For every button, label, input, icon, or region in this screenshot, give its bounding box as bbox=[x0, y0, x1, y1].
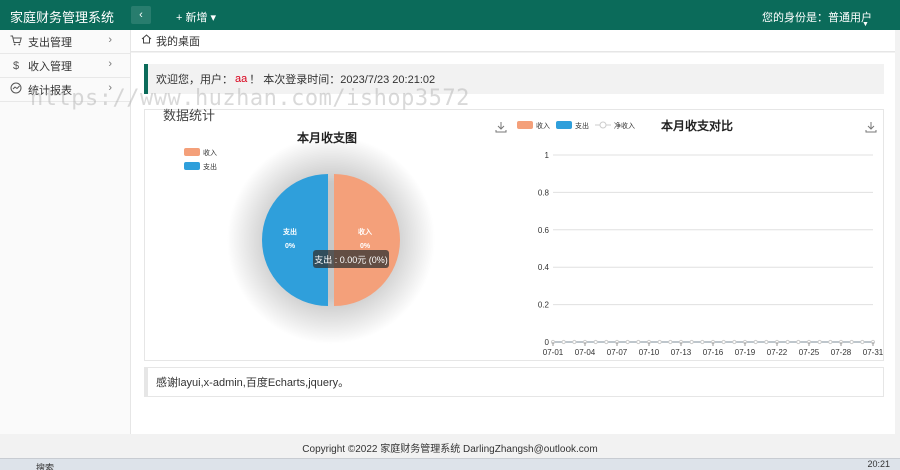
x-tick-label: 07-31 bbox=[863, 348, 883, 357]
chevron-right-icon: › bbox=[108, 34, 112, 46]
pie-percent-expense: 0% bbox=[285, 243, 296, 250]
welcome-username: aa bbox=[235, 73, 248, 85]
chevron-right-icon: › bbox=[108, 82, 112, 94]
sidebar-item-reports[interactable]: 统计报表 › bbox=[0, 78, 130, 102]
user-role-label[interactable]: 您的身份是：普通用户 bbox=[762, 9, 872, 25]
pie-tooltip: 支出 : 0.00元 (0%) bbox=[314, 254, 388, 265]
data-point[interactable] bbox=[796, 339, 801, 345]
y-tick-label: 0 bbox=[545, 338, 550, 347]
pie-legend-income[interactable]: 收入 bbox=[203, 148, 217, 157]
x-tick-label: 07-13 bbox=[671, 348, 692, 357]
x-tick-label: 07-25 bbox=[799, 348, 820, 357]
x-tick-label: 07-04 bbox=[575, 348, 596, 357]
data-point[interactable] bbox=[860, 339, 865, 345]
x-tick-label: 07-10 bbox=[639, 348, 660, 357]
top-header: 家庭财务管理系统 ‹ + 新增 ▾ 您的身份是：普通用户 ▼ bbox=[0, 0, 900, 30]
line-legend-swatch-income[interactable] bbox=[517, 121, 533, 129]
data-point[interactable] bbox=[817, 339, 822, 345]
pie-label-income: 收入 bbox=[358, 227, 372, 236]
x-tick-label: 07-16 bbox=[703, 348, 724, 357]
data-point[interactable] bbox=[753, 339, 758, 345]
y-tick-label: 0.2 bbox=[538, 301, 550, 310]
x-tick-label: 07-01 bbox=[543, 348, 564, 357]
line-title: 本月收支对比 bbox=[661, 118, 733, 133]
thanks-note: 感谢layui,x-admin,百度Echarts,jquery。 bbox=[144, 367, 884, 397]
y-tick-label: 1 bbox=[545, 151, 550, 160]
welcome-banner: 欢迎您，用户： aa ！ 本次登录时间：2023/7/23 20:21:02 bbox=[144, 64, 884, 94]
data-point[interactable] bbox=[604, 339, 609, 345]
line-chart: 收入 支出 净收入 本月收支对比 07-01 07-04 07-07 07-10 07-… bbox=[517, 118, 883, 357]
pie-chart: 本月收支图 收入 支出 收入 0% 支出 0% 支出 : 0.00元 (0%) bbox=[184, 130, 435, 344]
data-point[interactable] bbox=[593, 339, 598, 345]
line-legend-marker-net[interactable] bbox=[599, 121, 607, 129]
stats-panel: 数据统计 本月收支图 收入 支出 收入 0% 支出 0% 支出 : 0.00元 … bbox=[144, 108, 884, 361]
taskbar-clock: 20:21 bbox=[867, 459, 890, 469]
sidebar-item-income[interactable]: $ 收入管理 › bbox=[0, 54, 130, 78]
welcome-prefix: 欢迎您，用户： bbox=[156, 74, 233, 86]
add-new-menu[interactable]: + 新增 ▾ bbox=[176, 9, 216, 25]
data-point[interactable] bbox=[657, 339, 662, 345]
welcome-suffix: ！ 本次登录时间：2023/7/23 20:21:02 bbox=[249, 74, 436, 86]
pie-legend-swatch-expense[interactable] bbox=[184, 162, 200, 170]
y-tick-label: 0.6 bbox=[538, 226, 550, 235]
footer-copyright: Copyright ©2022 家庭财务管理系统 DarlingZhangsh@… bbox=[302, 444, 598, 455]
pie-legend-swatch-income[interactable] bbox=[184, 148, 200, 156]
x-tick-label: 07-22 bbox=[767, 348, 788, 357]
pie-label-expense: 支出 bbox=[282, 227, 297, 236]
data-point[interactable] bbox=[625, 339, 630, 345]
line-legend-net[interactable]: 净收入 bbox=[614, 121, 635, 130]
data-point[interactable] bbox=[700, 339, 705, 345]
taskbar-search[interactable]: 搜索 bbox=[36, 461, 54, 470]
app-title: 家庭财务管理系统 bbox=[10, 10, 115, 25]
sidebar-item-label: 收入管理 bbox=[28, 60, 72, 73]
chevron-right-icon: › bbox=[108, 58, 112, 70]
pie-percent-income: 0% bbox=[360, 243, 371, 250]
sidebar-item-expense[interactable]: 支出管理 › bbox=[0, 30, 130, 54]
main-content: 欢迎您，用户： aa ！ 本次登录时间：2023/7/23 20:21:02 数… bbox=[131, 53, 895, 434]
pie-legend-expense[interactable]: 支出 bbox=[203, 162, 217, 171]
caret-down-icon[interactable]: ▼ bbox=[862, 21, 869, 28]
data-point[interactable] bbox=[636, 339, 641, 345]
x-tick-label: 07-28 bbox=[831, 348, 852, 357]
data-point[interactable] bbox=[668, 339, 673, 345]
sidebar-item-label: 统计报表 bbox=[28, 84, 72, 97]
data-point[interactable] bbox=[732, 339, 737, 345]
chart-icon bbox=[9, 82, 23, 97]
x-tick-label: 07-19 bbox=[735, 348, 756, 357]
pie-title: 本月收支图 bbox=[297, 130, 357, 145]
data-point[interactable] bbox=[764, 339, 769, 345]
line-legend-income[interactable]: 收入 bbox=[536, 121, 550, 130]
data-point[interactable] bbox=[572, 339, 577, 345]
home-icon bbox=[141, 34, 152, 47]
line-legend-swatch-expense[interactable] bbox=[556, 121, 572, 129]
sidebar-item-label: 支出管理 bbox=[28, 36, 72, 49]
chevron-left-icon[interactable]: ‹ bbox=[131, 6, 151, 24]
sidebar: 支出管理 › $ 收入管理 › 统计报表 › bbox=[0, 30, 131, 434]
data-point[interactable] bbox=[561, 339, 566, 345]
data-point[interactable] bbox=[721, 339, 726, 345]
line-legend-expense[interactable]: 支出 bbox=[575, 121, 589, 130]
breadcrumb[interactable]: 我的桌面 bbox=[131, 30, 895, 52]
os-taskbar: 搜索 20:21 bbox=[0, 458, 900, 470]
breadcrumb-label: 我的桌面 bbox=[156, 35, 200, 48]
dollar-icon: $ bbox=[12, 59, 20, 72]
pie-shadow bbox=[227, 136, 435, 344]
x-tick-label: 07-07 bbox=[607, 348, 628, 357]
y-tick-label: 0.4 bbox=[538, 263, 550, 272]
data-point[interactable] bbox=[689, 339, 694, 345]
cart-icon bbox=[9, 35, 23, 49]
data-point[interactable] bbox=[785, 339, 790, 345]
data-point[interactable] bbox=[849, 339, 854, 345]
data-point[interactable] bbox=[828, 339, 833, 345]
download-icon[interactable] bbox=[865, 121, 877, 133]
y-tick-label: 0.8 bbox=[538, 188, 550, 197]
